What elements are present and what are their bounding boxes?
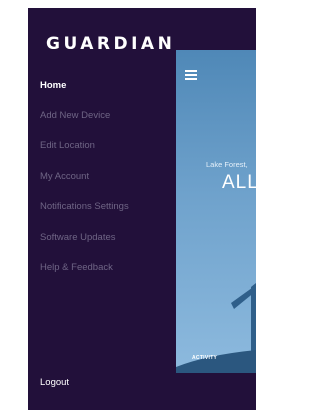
nav-item-software-updates[interactable]: Software Updates <box>40 232 116 243</box>
nav-item-add-new-device[interactable]: Add New Device <box>40 110 110 121</box>
nav-item-edit-location[interactable]: Edit Location <box>40 140 95 151</box>
nav-item-help-feedback[interactable]: Help & Feedback <box>40 262 113 273</box>
nav-item-notifications-settings[interactable]: Notifications Settings <box>40 201 129 212</box>
nav-item-my-account[interactable]: My Account <box>40 171 89 182</box>
location-label: Lake Forest, <box>206 160 248 169</box>
logout-button[interactable]: Logout <box>40 377 69 388</box>
activity-tab[interactable]: ACTIVITY <box>192 355 217 361</box>
house-illustration <box>176 283 256 373</box>
nav-item-home[interactable]: Home <box>40 80 66 91</box>
hamburger-icon[interactable] <box>185 70 197 80</box>
brand-logo: GUARDIAN <box>46 34 176 54</box>
phone-screen: GUARDIAN Home Add New Device Edit Locati… <box>28 8 256 410</box>
main-content-panel: Lake Forest, ALL ACTIVITY <box>176 50 256 373</box>
navigation-drawer: GUARDIAN Home Add New Device Edit Locati… <box>28 8 176 410</box>
status-text: ALL <box>222 172 256 193</box>
